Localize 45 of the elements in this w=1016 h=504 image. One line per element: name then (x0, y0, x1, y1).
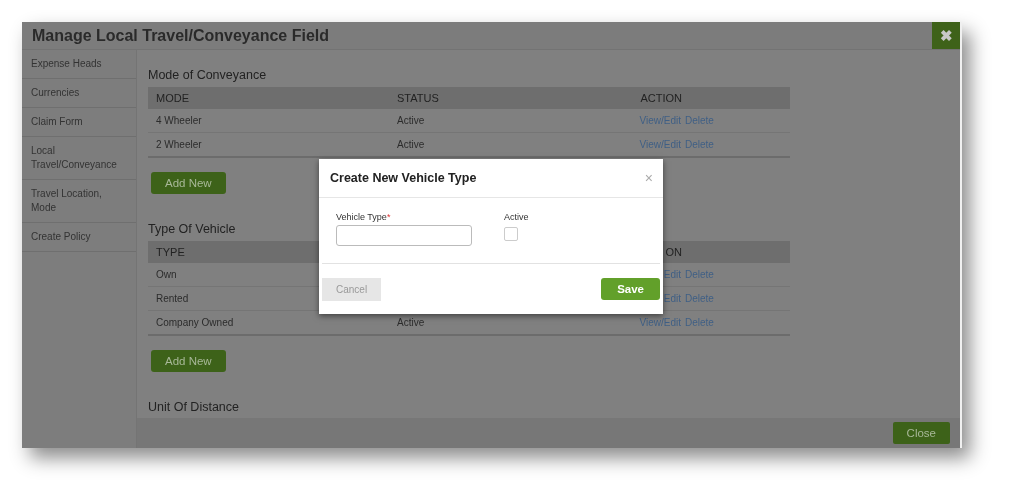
sidebar-item[interactable]: Local Travel/Conveyance (22, 137, 136, 180)
sidebar-item[interactable]: Create Policy (22, 223, 136, 252)
delete-link[interactable]: Delete (685, 115, 714, 126)
sidebar-item[interactable]: Claim Form (22, 108, 136, 137)
view-edit-link[interactable]: View/Edit (639, 139, 681, 150)
cancel-button[interactable]: Cancel (322, 277, 382, 301)
column-header: ON (664, 246, 682, 258)
delete-link[interactable]: Delete (685, 139, 714, 150)
add-new-button[interactable]: Add New (151, 172, 226, 194)
section-title: Mode of Conveyance (148, 68, 267, 82)
delete-link[interactable]: Delete (685, 317, 714, 328)
delete-link[interactable]: Delete (685, 293, 714, 304)
close-button[interactable]: × (642, 170, 655, 186)
add-new-button[interactable]: Add New (151, 350, 226, 372)
modal-title: Create New Vehicle Type (330, 171, 477, 185)
sidebar-item[interactable]: Travel Location, Mode (22, 180, 136, 223)
table-cell: Company Owned (156, 317, 234, 328)
table-cell: Own (156, 269, 177, 280)
field-label: Active (504, 212, 529, 222)
column-header: STATUS (397, 92, 439, 104)
section-title: Type Of Vehicle (148, 222, 236, 236)
table-cell: 4 Wheeler (156, 115, 202, 126)
close-button[interactable]: Close (892, 422, 950, 444)
section-title: Unit Of Distance (148, 400, 239, 414)
vehicle-type-input[interactable] (336, 225, 472, 246)
sidebar-item[interactable]: Currencies (22, 79, 136, 108)
column-header: MODE (156, 92, 189, 104)
view-edit-link[interactable]: View/Edit (639, 115, 681, 126)
table-cell: Active (397, 317, 425, 328)
view-edit-link[interactable]: Edit (663, 293, 681, 304)
table-cell: 2 Wheeler (156, 139, 202, 150)
table-cell: Rented (156, 293, 189, 304)
view-edit-link[interactable]: View/Edit (639, 317, 681, 328)
delete-link[interactable]: Delete (685, 269, 714, 280)
sidebar-item[interactable]: Expense Heads (22, 50, 136, 79)
window-title: Manage Local Travel/Conveyance Field (31, 26, 329, 45)
table-cell: Active (397, 115, 425, 126)
close-button[interactable]: ✖ (932, 22, 960, 49)
column-header: ACTION (639, 92, 682, 104)
active-checkbox[interactable] (504, 227, 518, 241)
view-edit-link[interactable]: Edit (663, 269, 681, 280)
save-button[interactable]: Save (601, 278, 660, 300)
table-cell: Active (397, 139, 425, 150)
field-label: Vehicle Type* (336, 212, 392, 222)
column-header: TYPE (156, 246, 185, 258)
